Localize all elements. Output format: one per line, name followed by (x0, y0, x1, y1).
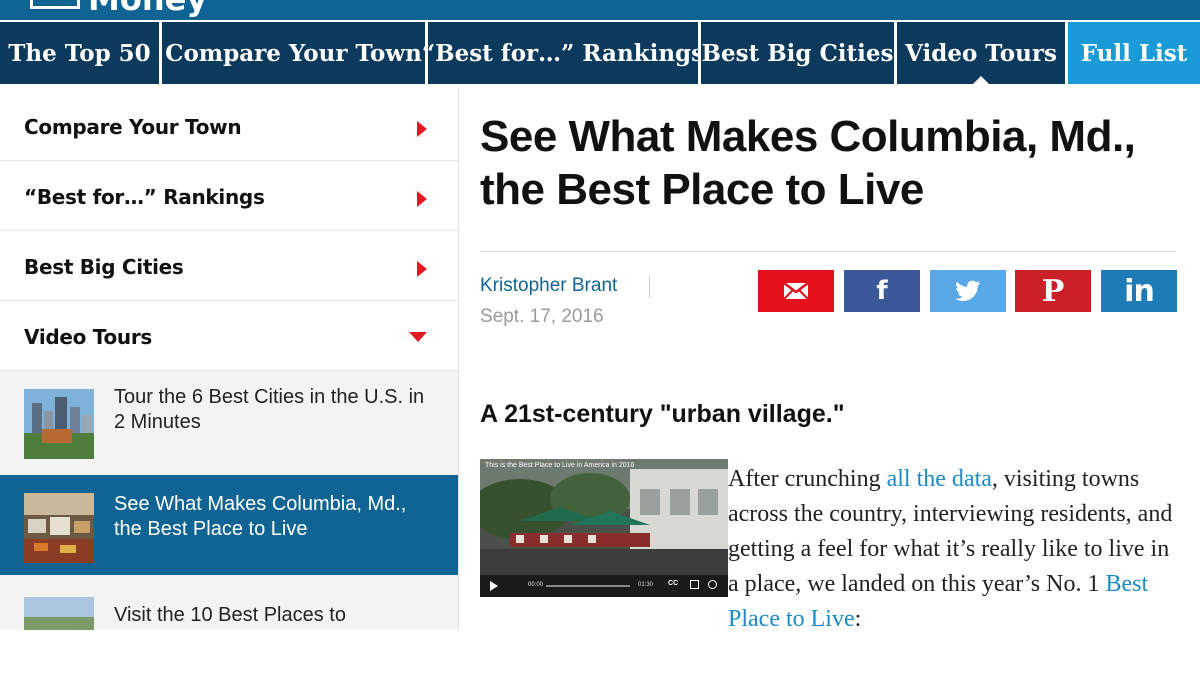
sidebar: Compare Your Town “Best for…” Rankings B… (0, 88, 459, 630)
fullscreen-icon[interactable] (690, 580, 699, 589)
chevron-down-icon (409, 332, 427, 342)
active-tab-caret (971, 76, 991, 86)
article-subhead: A 21st-century "urban village." (480, 400, 845, 428)
sidebar-item-label: Video Tours (24, 325, 152, 349)
sidebar-item-compare-your-town[interactable]: Compare Your Town (0, 91, 458, 161)
video-title: Tour the 6 Best Cities in the U.S. in 2 … (114, 386, 425, 433)
share-twitter-button[interactable] (930, 270, 1006, 312)
video-thumbnail (24, 389, 94, 459)
body-text: After crunching (728, 466, 887, 492)
sidebar-item-best-big-cities[interactable]: Best Big Cities (0, 231, 458, 301)
share-email-button[interactable] (758, 270, 834, 312)
video-time-current: 00:00 (528, 582, 544, 588)
all-the-data-link[interactable]: all the data (887, 466, 992, 492)
twitter-bird-icon (955, 280, 981, 301)
brand-logo[interactable]: Money (88, 0, 207, 18)
tab-video-tours[interactable]: Video Tours (897, 22, 1065, 84)
video-thumbnail (24, 597, 94, 630)
divider (649, 276, 650, 298)
article-body: After crunching all the data, visiting t… (728, 462, 1178, 637)
body-text: : (854, 606, 862, 632)
video-title: See What Makes Columbia, Md., the Best P… (114, 493, 407, 540)
brand-logo-mark (30, 0, 80, 9)
video-player[interactable]: This is the Best Place to Live in Americ… (480, 459, 728, 597)
closed-captions-button[interactable]: CC (668, 580, 678, 587)
share-linkedin-button[interactable]: in (1101, 270, 1177, 312)
chevron-right-icon (417, 121, 427, 137)
video-thumbnail (24, 493, 94, 563)
share-facebook-button[interactable]: f (844, 270, 920, 312)
volume-icon[interactable] (708, 580, 717, 589)
sidebar-item-label: “Best for…” Rankings (24, 185, 265, 209)
play-icon[interactable] (490, 581, 498, 591)
video-controls: 00:00 01:30 CC (480, 575, 728, 597)
video-list: Tour the 6 Best Cities in the U.S. in 2 … (0, 371, 458, 630)
video-time-total: 01:30 (638, 582, 654, 588)
author-link[interactable]: Kristopher Brant (480, 275, 617, 297)
tab-compare-your-town[interactable]: Compare Your Town (162, 22, 425, 84)
publish-date: Sept. 17, 2016 (480, 306, 604, 327)
sidebar-item-best-for-rankings[interactable]: “Best for…” Rankings (0, 161, 458, 231)
divider (480, 251, 1176, 252)
brand-bar: Money (0, 0, 1200, 20)
sidebar-item-label: Compare Your Town (24, 115, 242, 139)
envelope-icon (783, 282, 809, 300)
facebook-icon: f (876, 276, 888, 306)
video-progress-track[interactable] (546, 585, 630, 587)
tab-best-big-cities[interactable]: Best Big Cities (701, 22, 894, 84)
chevron-right-icon (417, 191, 427, 207)
article-headline: See What Makes Columbia, Md., the Best P… (480, 112, 1136, 214)
share-pinterest-button[interactable]: P (1015, 270, 1091, 312)
chevron-right-icon (417, 261, 427, 277)
video-list-item[interactable]: Tour the 6 Best Cities in the U.S. in 2 … (0, 371, 458, 471)
tab-full-list[interactable]: Full List (1068, 22, 1200, 84)
sidebar-item-video-tours[interactable]: Video Tours (0, 301, 458, 371)
pinterest-icon: P (1041, 273, 1065, 309)
video-title-overlay: This is the Best Place to Live in Americ… (485, 462, 635, 469)
tab-top-50[interactable]: The Top 50 (0, 22, 159, 84)
linkedin-icon: in (1124, 273, 1155, 309)
video-title: Visit the 10 Best Places to (114, 604, 346, 626)
video-list-item[interactable]: Visit the 10 Best Places to (0, 589, 458, 689)
sidebar-item-label: Best Big Cities (24, 255, 184, 279)
top-nav: The Top 50 Compare Your Town “Best for…”… (0, 20, 1200, 86)
video-list-item-selected[interactable]: See What Makes Columbia, Md., the Best P… (0, 475, 458, 575)
tab-best-for-rankings[interactable]: “Best for…” Rankings (422, 22, 704, 84)
